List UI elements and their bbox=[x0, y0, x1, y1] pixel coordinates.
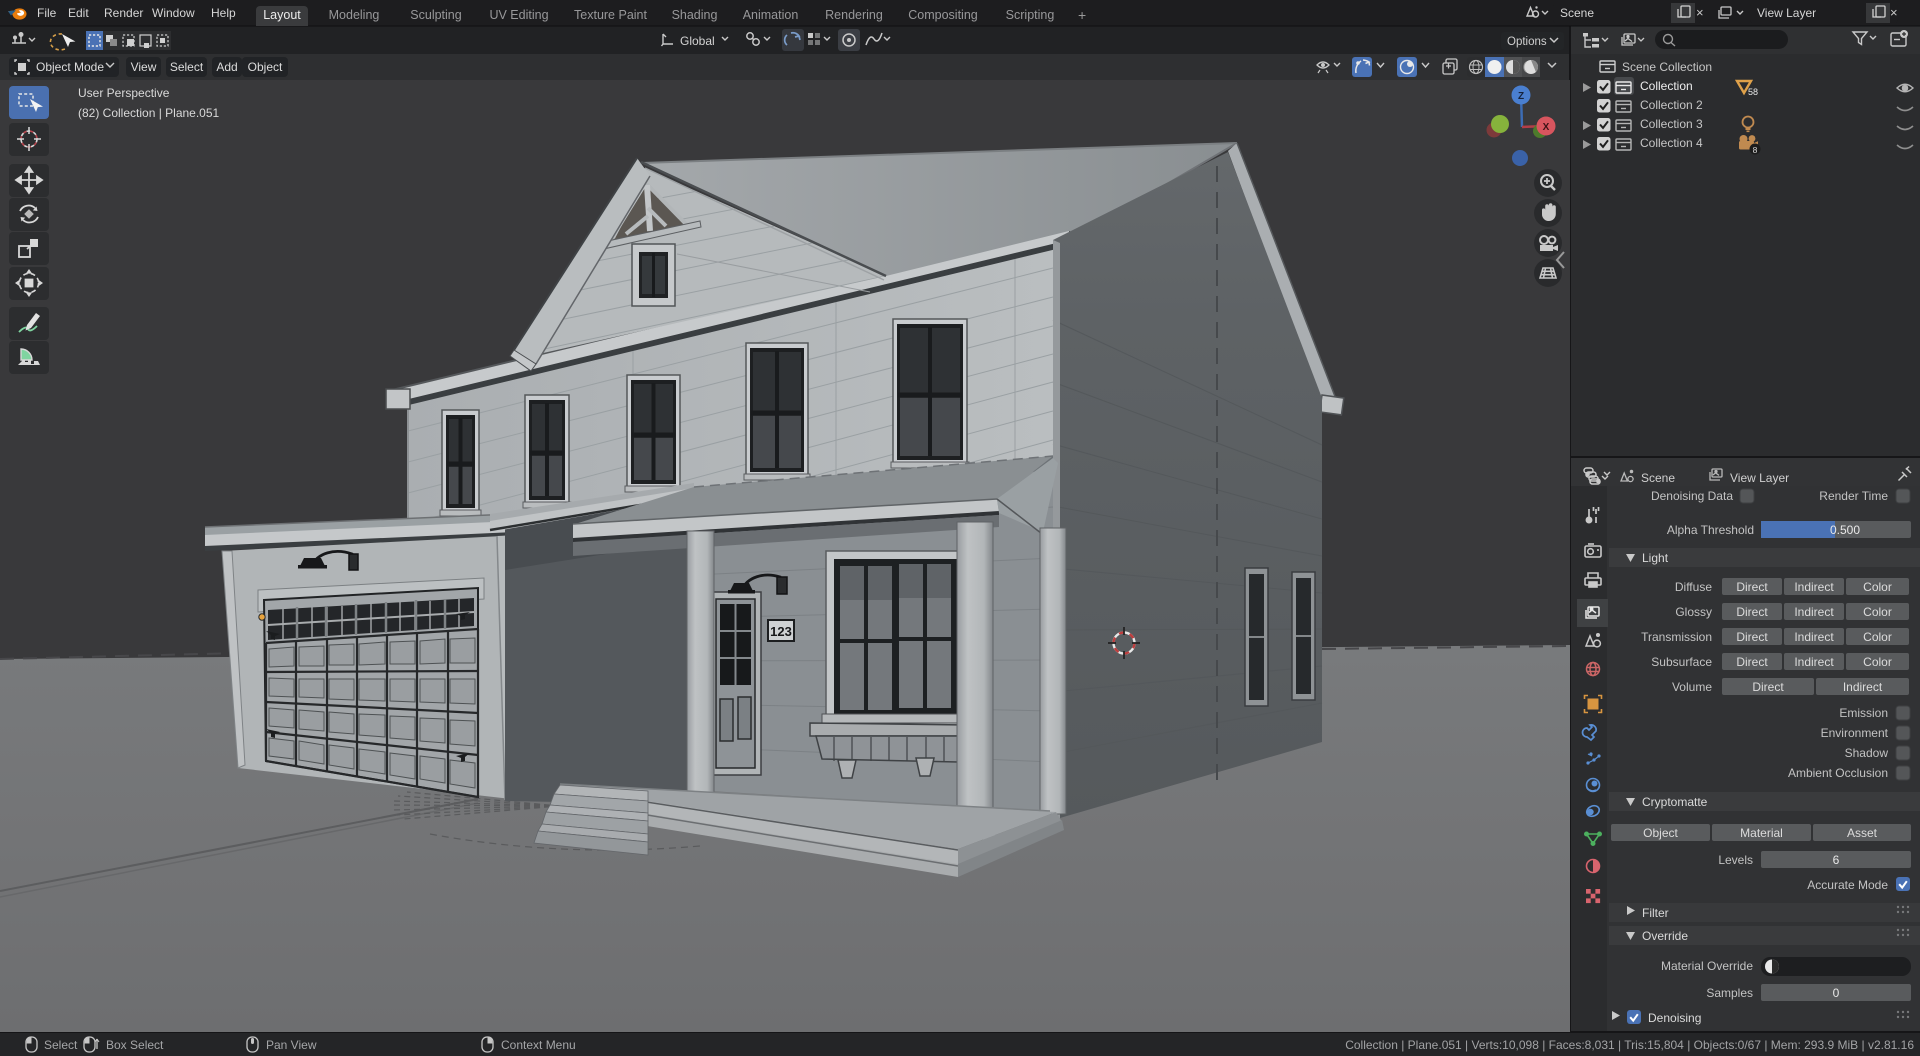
svg-text:Indirect: Indirect bbox=[1794, 655, 1834, 669]
svg-text:Pan View: Pan View bbox=[266, 1038, 317, 1052]
svg-text:Z: Z bbox=[1518, 91, 1524, 102]
svg-text:58: 58 bbox=[1748, 87, 1758, 97]
svg-text:Subsurface: Subsurface bbox=[1651, 655, 1712, 669]
svg-text:Scene: Scene bbox=[1560, 6, 1594, 20]
svg-text:View Layer: View Layer bbox=[1757, 6, 1816, 20]
svg-text:Denoising: Denoising bbox=[1648, 1011, 1701, 1025]
svg-text:Collection | Plane.051 | Verts: Collection | Plane.051 | Verts:10,098 | … bbox=[1345, 1038, 1914, 1052]
svg-text:Indirect: Indirect bbox=[1794, 630, 1834, 644]
svg-text:Object: Object bbox=[248, 60, 283, 74]
svg-text:Edit: Edit bbox=[68, 6, 89, 20]
svg-text:Override: Override bbox=[1642, 929, 1688, 943]
svg-text:Object Mode: Object Mode bbox=[36, 60, 104, 74]
svg-text:Texture Paint: Texture Paint bbox=[574, 8, 647, 22]
svg-text:Volume: Volume bbox=[1672, 680, 1712, 694]
svg-text:Indirect: Indirect bbox=[1794, 580, 1834, 594]
svg-text:+: + bbox=[1078, 7, 1086, 23]
svg-text:Accurate Mode: Accurate Mode bbox=[1807, 878, 1888, 892]
svg-text:Shading: Shading bbox=[672, 8, 718, 22]
svg-text:×: × bbox=[1890, 5, 1898, 20]
svg-text:Ambient Occlusion: Ambient Occlusion bbox=[1788, 766, 1888, 780]
svg-text:Layout: Layout bbox=[263, 8, 301, 22]
svg-text:Scene: Scene bbox=[1641, 471, 1675, 485]
svg-text:Color: Color bbox=[1863, 580, 1892, 594]
svg-text:Diffuse: Diffuse bbox=[1675, 580, 1712, 594]
svg-text:Color: Color bbox=[1863, 630, 1892, 644]
svg-text:Light: Light bbox=[1642, 551, 1669, 565]
svg-text:Emission: Emission bbox=[1839, 706, 1888, 720]
svg-text:(82) Collection | Plane.051: (82) Collection | Plane.051 bbox=[78, 106, 220, 120]
svg-text:Material Override: Material Override bbox=[1661, 959, 1753, 973]
svg-text:Compositing: Compositing bbox=[908, 8, 978, 22]
svg-text:Rendering: Rendering bbox=[825, 8, 883, 22]
svg-text:View Layer: View Layer bbox=[1730, 471, 1789, 485]
svg-text:Indirect: Indirect bbox=[1794, 605, 1834, 619]
svg-text:Add: Add bbox=[216, 60, 237, 74]
svg-text:Collection 4: Collection 4 bbox=[1640, 136, 1703, 150]
svg-text:Context Menu: Context Menu bbox=[501, 1038, 576, 1052]
svg-text:×: × bbox=[1696, 5, 1704, 20]
svg-text:File: File bbox=[37, 6, 57, 20]
svg-text:Denoising Data: Denoising Data bbox=[1651, 489, 1733, 503]
svg-text:Collection 3: Collection 3 bbox=[1640, 117, 1703, 131]
svg-text:0.500: 0.500 bbox=[1830, 523, 1860, 537]
svg-text:8: 8 bbox=[1753, 145, 1758, 155]
svg-text:6: 6 bbox=[1833, 853, 1840, 867]
svg-text:Direct: Direct bbox=[1736, 630, 1768, 644]
svg-text:Direct: Direct bbox=[1736, 580, 1768, 594]
svg-text:User Perspective: User Perspective bbox=[78, 86, 170, 100]
svg-text:Render: Render bbox=[104, 6, 143, 20]
svg-text:Direct: Direct bbox=[1736, 605, 1768, 619]
svg-text:Glossy: Glossy bbox=[1675, 605, 1712, 619]
svg-text:View: View bbox=[131, 60, 157, 74]
svg-text:Direct: Direct bbox=[1752, 680, 1784, 694]
svg-text:0: 0 bbox=[1833, 986, 1840, 1000]
svg-text:Indirect: Indirect bbox=[1843, 680, 1883, 694]
svg-text:Collection: Collection bbox=[1640, 79, 1693, 93]
svg-text:UV Editing: UV Editing bbox=[489, 8, 548, 22]
svg-text:Collection 2: Collection 2 bbox=[1640, 98, 1703, 112]
svg-text:Render Time: Render Time bbox=[1819, 489, 1888, 503]
svg-text:Color: Color bbox=[1863, 655, 1892, 669]
svg-text:Window: Window bbox=[152, 6, 195, 20]
svg-text:Asset: Asset bbox=[1847, 826, 1878, 840]
svg-text:Filter: Filter bbox=[1642, 906, 1669, 920]
svg-text:Transmission: Transmission bbox=[1641, 630, 1712, 644]
svg-text:Environment: Environment bbox=[1821, 726, 1889, 740]
svg-text:Color: Color bbox=[1863, 605, 1892, 619]
svg-text:Alpha Threshold: Alpha Threshold bbox=[1667, 523, 1754, 537]
svg-text:Cryptomatte: Cryptomatte bbox=[1642, 795, 1708, 809]
svg-text:Shadow: Shadow bbox=[1845, 746, 1889, 760]
svg-text:Direct: Direct bbox=[1736, 655, 1768, 669]
svg-text:Box Select: Box Select bbox=[106, 1038, 164, 1052]
svg-text:Object: Object bbox=[1643, 826, 1678, 840]
svg-text:Levels: Levels bbox=[1718, 853, 1753, 867]
svg-text:Material: Material bbox=[1740, 826, 1783, 840]
svg-text:Options: Options bbox=[1507, 36, 1547, 48]
svg-text:Help: Help bbox=[211, 6, 236, 20]
svg-text:Global: Global bbox=[680, 34, 715, 48]
svg-text:Scene Collection: Scene Collection bbox=[1622, 60, 1712, 74]
svg-text:123: 123 bbox=[770, 624, 792, 639]
svg-text:Select: Select bbox=[44, 1038, 78, 1052]
svg-text:X: X bbox=[1543, 122, 1550, 133]
svg-text:Select: Select bbox=[170, 60, 204, 74]
svg-text:Animation: Animation bbox=[743, 8, 799, 22]
svg-text:Samples: Samples bbox=[1706, 986, 1753, 1000]
svg-text:Scripting: Scripting bbox=[1006, 8, 1055, 22]
svg-text:Modeling: Modeling bbox=[329, 8, 380, 22]
svg-text:Sculpting: Sculpting bbox=[410, 8, 461, 22]
